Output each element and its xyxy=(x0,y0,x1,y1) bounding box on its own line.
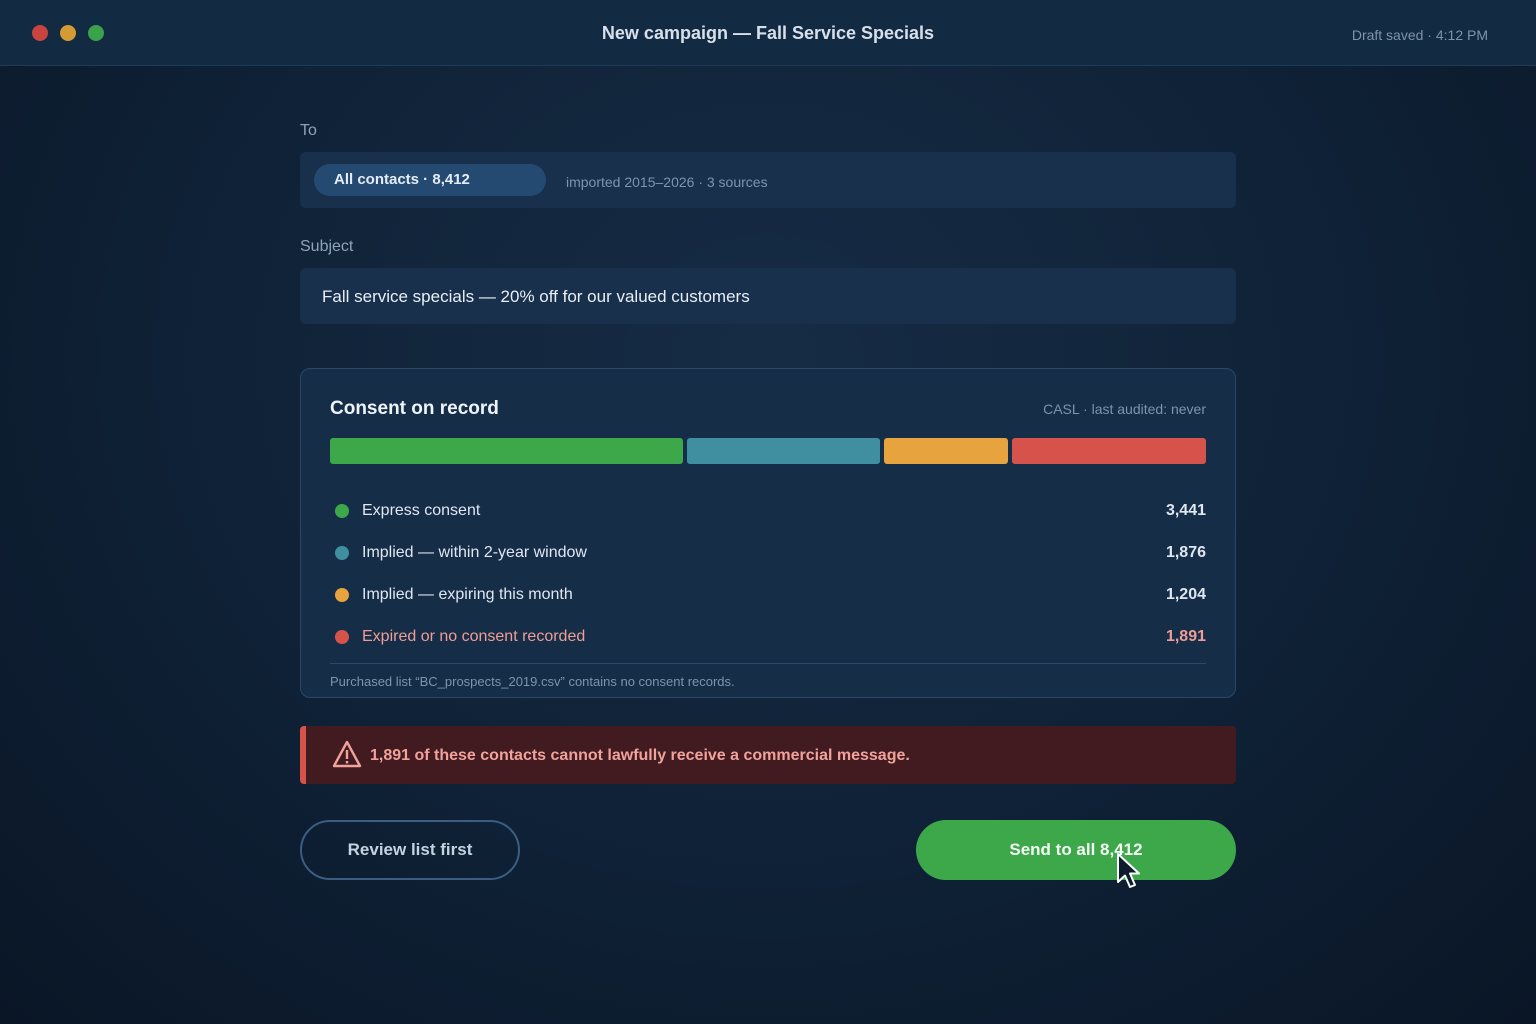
legend-count: 3,441 xyxy=(1165,502,1206,519)
legend-dot-expired xyxy=(335,630,349,644)
subject-label: Subject xyxy=(300,238,354,255)
legend-label: Implied — within 2-year window xyxy=(362,544,587,561)
compliance-warning-banner: 1,891 of these contacts cannot lawfully … xyxy=(300,726,1236,784)
send-to-all-button[interactable]: Send to all 8,412 xyxy=(916,820,1236,880)
draft-status: Draft saved · 4:12 PM xyxy=(1351,27,1488,43)
consent-audit-status: CASL · last audited: never xyxy=(1043,401,1206,417)
legend-label: Express consent xyxy=(362,502,481,519)
bar-segment-expired xyxy=(1011,438,1206,464)
legend-dot-implied-expiring xyxy=(335,588,349,602)
recipient-chip[interactable]: All contacts · 8,412 xyxy=(314,164,546,196)
legend-label: Implied — expiring this month xyxy=(362,586,573,603)
warning-triangle-icon xyxy=(332,740,362,768)
legend-count: 1,876 xyxy=(1165,544,1206,561)
legend-count: 1,891 xyxy=(1165,628,1206,645)
legend-dot-implied-valid xyxy=(335,546,349,560)
consent-card: Consent on record CASL · last audited: n… xyxy=(300,368,1236,698)
to-label: To xyxy=(300,122,317,139)
title-bar: New campaign — Fall Service Specials Dra… xyxy=(0,0,1536,66)
legend-row-implied-expiring: Implied — expiring this month 1,204 xyxy=(330,583,1206,607)
mouse-cursor-icon xyxy=(1117,853,1140,888)
card-divider xyxy=(330,663,1206,664)
consent-title: Consent on record xyxy=(330,398,499,419)
recipients-meta: imported 2015–2026 · 3 sources xyxy=(566,174,768,190)
subject-value[interactable]: Fall service specials — 20% off for our … xyxy=(322,287,750,307)
window-title: New campaign — Fall Service Specials xyxy=(601,23,935,43)
bar-segment-implied-valid xyxy=(687,438,881,464)
legend-dot-express xyxy=(335,504,349,518)
warning-text: 1,891 of these contacts cannot lawfully … xyxy=(370,747,910,764)
recipients-field[interactable]: All contacts · 8,412 imported 2015–2026 … xyxy=(300,152,1236,208)
consent-breakdown-bar xyxy=(330,438,1206,464)
legend-label: Expired or no consent recorded xyxy=(362,628,586,645)
legend-row-expired: Expired or no consent recorded 1,891 xyxy=(330,625,1206,649)
bar-segment-express xyxy=(330,438,684,464)
subject-input[interactable]: Fall service specials — 20% off for our … xyxy=(300,268,1236,324)
legend-row-express: Express consent 3,441 xyxy=(330,499,1206,523)
legend-count: 1,204 xyxy=(1165,586,1206,603)
consent-footnote: Purchased list “BC_prospects_2019.csv” c… xyxy=(330,674,735,689)
legend-row-implied-valid: Implied — within 2-year window 1,876 xyxy=(330,541,1206,565)
review-list-button[interactable]: Review list first xyxy=(300,820,520,880)
bar-segment-implied-expiring xyxy=(884,438,1008,464)
